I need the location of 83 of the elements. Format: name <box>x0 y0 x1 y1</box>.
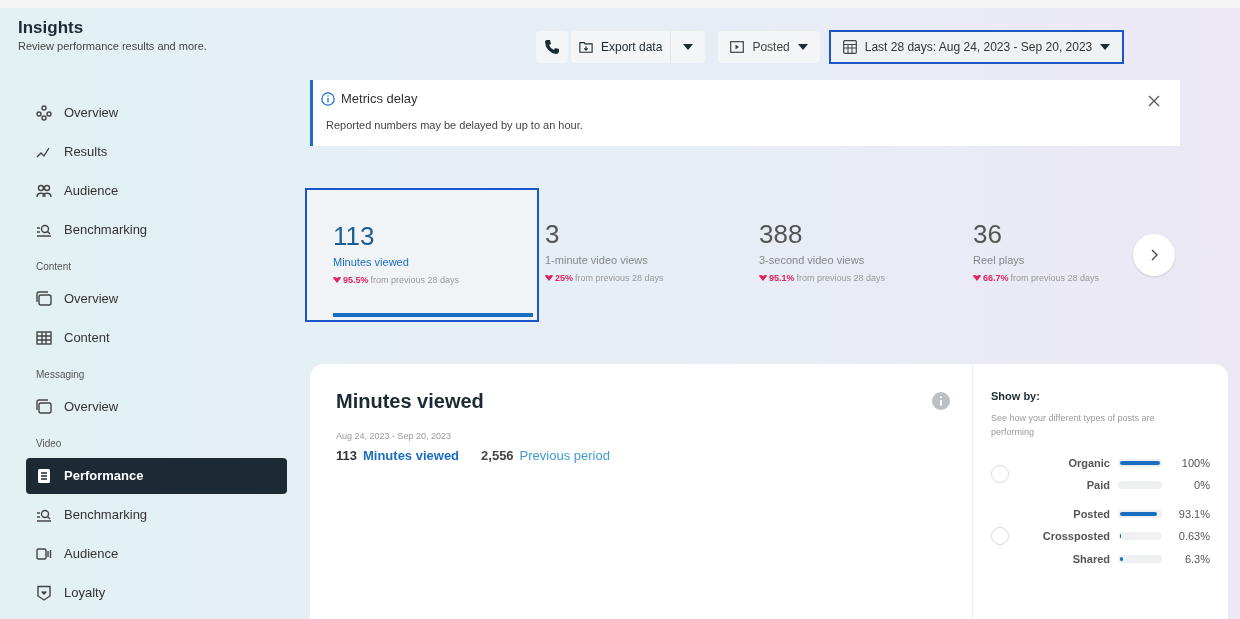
metric-change-note: from previous 28 days <box>575 271 664 285</box>
heart-down-icon <box>759 274 767 283</box>
show-by-description: See how your different types of posts are performing <box>991 411 1156 439</box>
metric-value: 388 <box>759 218 804 250</box>
nav-item[interactable]: Loyalty <box>26 575 287 611</box>
breakdown-reading: 93.1% <box>1177 506 1210 522</box>
nav-item[interactable]: Overview <box>26 389 287 425</box>
metric-value: 113 <box>333 220 376 252</box>
metric-card[interactable]: 388 3-second video views 95.1% from previous 28 days <box>755 188 967 322</box>
page-title: Insights <box>18 18 85 38</box>
page-subtitle: Review performance results and more. <box>18 39 208 54</box>
search-list-icon <box>36 222 52 238</box>
nav-item[interactable]: Performance <box>26 458 287 494</box>
nav-item[interactable]: Benchmarking <box>26 497 287 533</box>
people-icon <box>36 183 52 199</box>
show-by-title: Show by: <box>991 389 1041 404</box>
heart-down-icon <box>333 276 341 285</box>
breakdown-reading: 0% <box>1193 478 1210 493</box>
breakdown-label: Crossposted <box>1042 529 1110 544</box>
metric-change-note: from previous 28 days <box>796 271 886 285</box>
chat-window-icon <box>36 291 52 307</box>
calendar-icon <box>842 40 857 54</box>
metric-value: 3 <box>545 218 561 250</box>
shield-heart-icon <box>36 585 52 601</box>
nav-item[interactable]: Overview <box>26 281 287 317</box>
metric-change-note: from previous 28 days <box>370 273 460 287</box>
breakdown-reading: 6.3% <box>1183 551 1210 567</box>
search-list-icon <box>36 507 52 523</box>
previous-label: Previous period <box>519 446 610 465</box>
chart-title: Minutes viewed <box>336 389 484 414</box>
phone-icon <box>544 39 560 55</box>
table-icon <box>36 330 52 346</box>
breakdown-label: Posted <box>1073 506 1110 522</box>
document-icon <box>36 468 52 484</box>
metric-change-note: from previous 28 days <box>1010 271 1100 285</box>
breakdown-reading: 0.63% <box>1177 529 1210 544</box>
notice-title: Metrics delay <box>341 90 418 108</box>
heart-down-icon <box>973 274 981 283</box>
posted-dropdown[interactable]: Posted <box>718 31 820 63</box>
date-range-dropdown[interactable]: Last 28 days: Aug 24, 2023 - Sep 20, 2023 <box>828 30 1125 64</box>
previous-value: 2,556 <box>481 446 514 465</box>
section-heading: Messaging <box>35 367 86 382</box>
phone-button[interactable] <box>536 31 568 63</box>
metric-change: 25% <box>555 271 573 285</box>
nav-item[interactable]: Audience <box>26 173 287 209</box>
chat-window-icon <box>36 399 52 415</box>
section-heading: Content <box>35 259 73 274</box>
nav-item[interactable]: Audience <box>26 536 287 572</box>
heart-down-icon <box>545 274 553 283</box>
nav-item[interactable]: Benchmarking <box>26 212 287 248</box>
nav-item[interactable]: Content <box>26 320 287 356</box>
video-icon <box>730 41 745 53</box>
caret-icon <box>797 43 808 51</box>
metric-card[interactable]: 113 Minutes viewed 95.5% from previous 28 days <box>305 188 539 322</box>
caret-icon <box>1100 43 1111 51</box>
breakdown-label: Shared <box>1072 551 1110 567</box>
nav-item[interactable]: Overview <box>26 95 287 131</box>
metric-label: Minutes viewed <box>333 255 409 270</box>
breakdown-label: Paid <box>1086 478 1110 493</box>
metric-change: 66.7% <box>983 271 1009 285</box>
metric-change: 95.5% <box>343 273 369 287</box>
nodes-icon <box>36 105 52 121</box>
metric-change: 95.1% <box>769 271 795 285</box>
notice-message: Reported numbers may be delayed by up to an hour. <box>326 117 584 133</box>
section-heading: Video <box>35 436 63 451</box>
metric-label: 1-minute video views <box>545 253 648 268</box>
nav-item[interactable]: Results <box>26 134 287 170</box>
info-icon <box>321 91 335 106</box>
metric-card[interactable]: 36 Reel plays 66.7% from previous 28 days <box>969 188 1181 322</box>
caret-icon <box>683 43 694 51</box>
close-icon <box>1148 95 1160 107</box>
metric-label: 3-second video views <box>759 253 865 268</box>
info-icon <box>932 392 950 410</box>
metric-card[interactable]: 3 1-minute video views 25% from previous 28 days <box>541 188 753 322</box>
chart-date-range: Aug 24, 2023 - Sep 20, 2023 <box>336 430 453 443</box>
folder-download-icon <box>579 40 593 54</box>
video-camera-icon <box>36 546 52 562</box>
current-label: Minutes viewed <box>363 446 460 465</box>
breakdown-reading: 100% <box>1180 455 1210 471</box>
metric-label: Reel plays <box>973 253 1025 268</box>
breakdown-label: Organic <box>1068 455 1110 471</box>
metric-value: 36 <box>973 218 1003 250</box>
current-value: 113 <box>336 446 357 465</box>
